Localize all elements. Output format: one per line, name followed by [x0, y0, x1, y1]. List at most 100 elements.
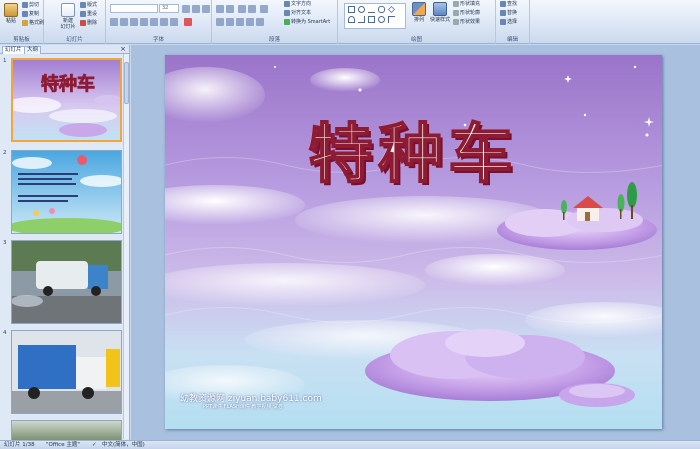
italic-icon[interactable]	[120, 18, 128, 26]
status-check-icon: ✓	[92, 442, 97, 448]
tab-outline[interactable]: 大纲	[24, 46, 42, 54]
text-direction-button[interactable]: 文字方向	[284, 0, 311, 8]
scissors-icon	[22, 1, 28, 8]
quick-styles-button[interactable]: 快速样式	[430, 2, 450, 23]
smartart-icon	[284, 18, 290, 25]
editing-group-title: 编辑	[506, 37, 518, 43]
thumbnail-title-text: 特种车	[41, 73, 95, 95]
rectangle-shape-icon[interactable]	[348, 6, 355, 13]
clipboard-group: 粘贴 剪切 复制 格式刷 剪贴板	[0, 0, 44, 44]
shapes-gallery[interactable]	[344, 3, 406, 29]
slides-group: 新建 幻灯片 版式 重设 删除 幻灯片	[44, 0, 106, 44]
slide-thumbnail[interactable]	[11, 240, 122, 324]
brush-icon	[22, 19, 28, 26]
strikethrough-icon[interactable]	[140, 18, 148, 26]
align-text-icon	[284, 9, 290, 16]
arc-shape-icon[interactable]	[348, 16, 355, 23]
slide-canvas[interactable]: 特种车 幼教资源网 ziyuan.baby611.com PPT课件 FLASH…	[165, 55, 662, 429]
slide-number: 4	[3, 330, 7, 336]
select-arrow-icon	[500, 18, 506, 25]
slide-number: 3	[3, 240, 7, 246]
replace-icon	[500, 9, 506, 16]
textbox-shape-icon[interactable]	[368, 16, 375, 23]
layout-button[interactable]: 版式	[80, 1, 97, 9]
slide-thumbnail-image	[12, 151, 121, 233]
align-text-button[interactable]: 对齐文本	[284, 9, 311, 17]
clear-format-icon[interactable]	[202, 5, 210, 13]
slide-title[interactable]: 特种车	[165, 103, 662, 195]
delete-button[interactable]: 删除	[80, 19, 97, 27]
font-color-icon[interactable]	[184, 18, 192, 26]
cut-button[interactable]: 剪切	[22, 1, 39, 9]
underline-icon[interactable]	[130, 18, 138, 26]
status-bar: 幻灯片 1/38 "Office 主题" ✓ 中文(简体，中国)	[0, 440, 700, 449]
new-slide-icon	[61, 3, 75, 17]
decrease-indent-icon[interactable]	[238, 5, 246, 13]
increase-indent-icon[interactable]	[248, 5, 256, 13]
connector-shape-icon[interactable]	[358, 16, 365, 23]
align-center-icon[interactable]	[226, 18, 234, 26]
columns-icon[interactable]	[256, 18, 264, 26]
rounded-rect-shape-icon[interactable]	[378, 6, 385, 13]
shadow-icon[interactable]	[150, 18, 158, 26]
status-slide-count: 幻灯片 1/38	[4, 442, 35, 448]
paste-button[interactable]: 粘贴	[2, 3, 20, 24]
grow-font-icon[interactable]	[182, 5, 190, 13]
new-slide-button[interactable]: 新建 幻灯片	[58, 3, 78, 30]
effects-icon	[453, 18, 459, 25]
outline-pen-icon	[453, 9, 459, 16]
change-case-icon[interactable]	[170, 18, 178, 26]
paragraph-group: 文字方向 对齐文本 转换为 SmartArt 段落	[212, 0, 338, 44]
numbering-icon[interactable]	[226, 5, 234, 13]
font-size-combobox[interactable]: 32	[159, 4, 179, 13]
status-theme: "Office 主题"	[46, 442, 80, 448]
slide-thumbnail[interactable]: 特种车	[11, 58, 122, 142]
slide-thumbnail[interactable]	[11, 150, 122, 234]
shape-fill-button[interactable]: 形状填充	[453, 0, 480, 8]
slides-panel: 幻灯片 大纲 × 1 特种车 2 3 4	[0, 45, 130, 440]
slide-number: 1	[3, 58, 7, 64]
format-painter-button[interactable]: 格式刷	[22, 19, 44, 27]
font-group-title: 字体	[152, 37, 164, 43]
panel-scrollbar[interactable]	[123, 54, 129, 439]
select-button[interactable]: 选择	[500, 18, 517, 26]
delete-icon	[80, 19, 86, 26]
align-left-icon[interactable]	[216, 18, 224, 26]
quick-styles-icon	[433, 2, 447, 16]
clipboard-group-title: 剪贴板	[13, 37, 30, 43]
shape-outline-button[interactable]: 形状轮廓	[453, 9, 480, 17]
font-group: 32 字体	[106, 0, 212, 44]
tab-slides[interactable]: 幻灯片	[2, 46, 25, 54]
bold-icon[interactable]	[110, 18, 118, 26]
oval-shape-icon[interactable]	[358, 6, 365, 13]
panel-scrollbar-thumb[interactable]	[124, 62, 129, 104]
drawing-group-title: 绘图	[410, 37, 422, 43]
font-family-combobox[interactable]	[110, 4, 158, 13]
shape-effects-button[interactable]: 形状效果	[453, 18, 480, 26]
ribbon: 粘贴 剪切 复制 格式刷 剪贴板 新建 幻灯片 版式 重设 删除 幻灯片 32 …	[0, 0, 700, 44]
bullets-icon[interactable]	[216, 5, 224, 13]
reset-button[interactable]: 重设	[80, 10, 97, 18]
char-spacing-icon[interactable]	[160, 18, 168, 26]
bracket-shape-icon[interactable]	[388, 16, 395, 23]
line-shape-icon[interactable]	[368, 6, 375, 13]
line-spacing-icon[interactable]	[260, 5, 268, 13]
shrink-font-icon[interactable]	[192, 5, 200, 13]
fill-bucket-icon	[453, 0, 459, 7]
diamond-shape-icon[interactable]	[388, 6, 395, 13]
align-right-icon[interactable]	[236, 18, 244, 26]
replace-button[interactable]: 替换	[500, 9, 517, 17]
slide-thumbnail[interactable]	[11, 330, 122, 414]
circle-shape-icon[interactable]	[378, 16, 385, 23]
convert-smartart-button[interactable]: 转换为 SmartArt	[284, 18, 330, 26]
justify-icon[interactable]	[246, 18, 254, 26]
arrange-button[interactable]: 排列	[410, 2, 428, 23]
slide-thumbnail-image: 特种车	[13, 60, 120, 140]
slide-site-subtitle: PPT课件 FLASH课件 教学视频 试卷	[203, 404, 283, 410]
copy-button[interactable]: 复制	[22, 10, 39, 18]
slides-group-title: 幻灯片	[66, 37, 83, 43]
slide-thumbnail-partial[interactable]	[11, 420, 122, 440]
slide-thumbnail-image	[12, 331, 121, 413]
close-panel-icon[interactable]: ×	[120, 45, 126, 53]
find-button[interactable]: 查找	[500, 0, 517, 8]
